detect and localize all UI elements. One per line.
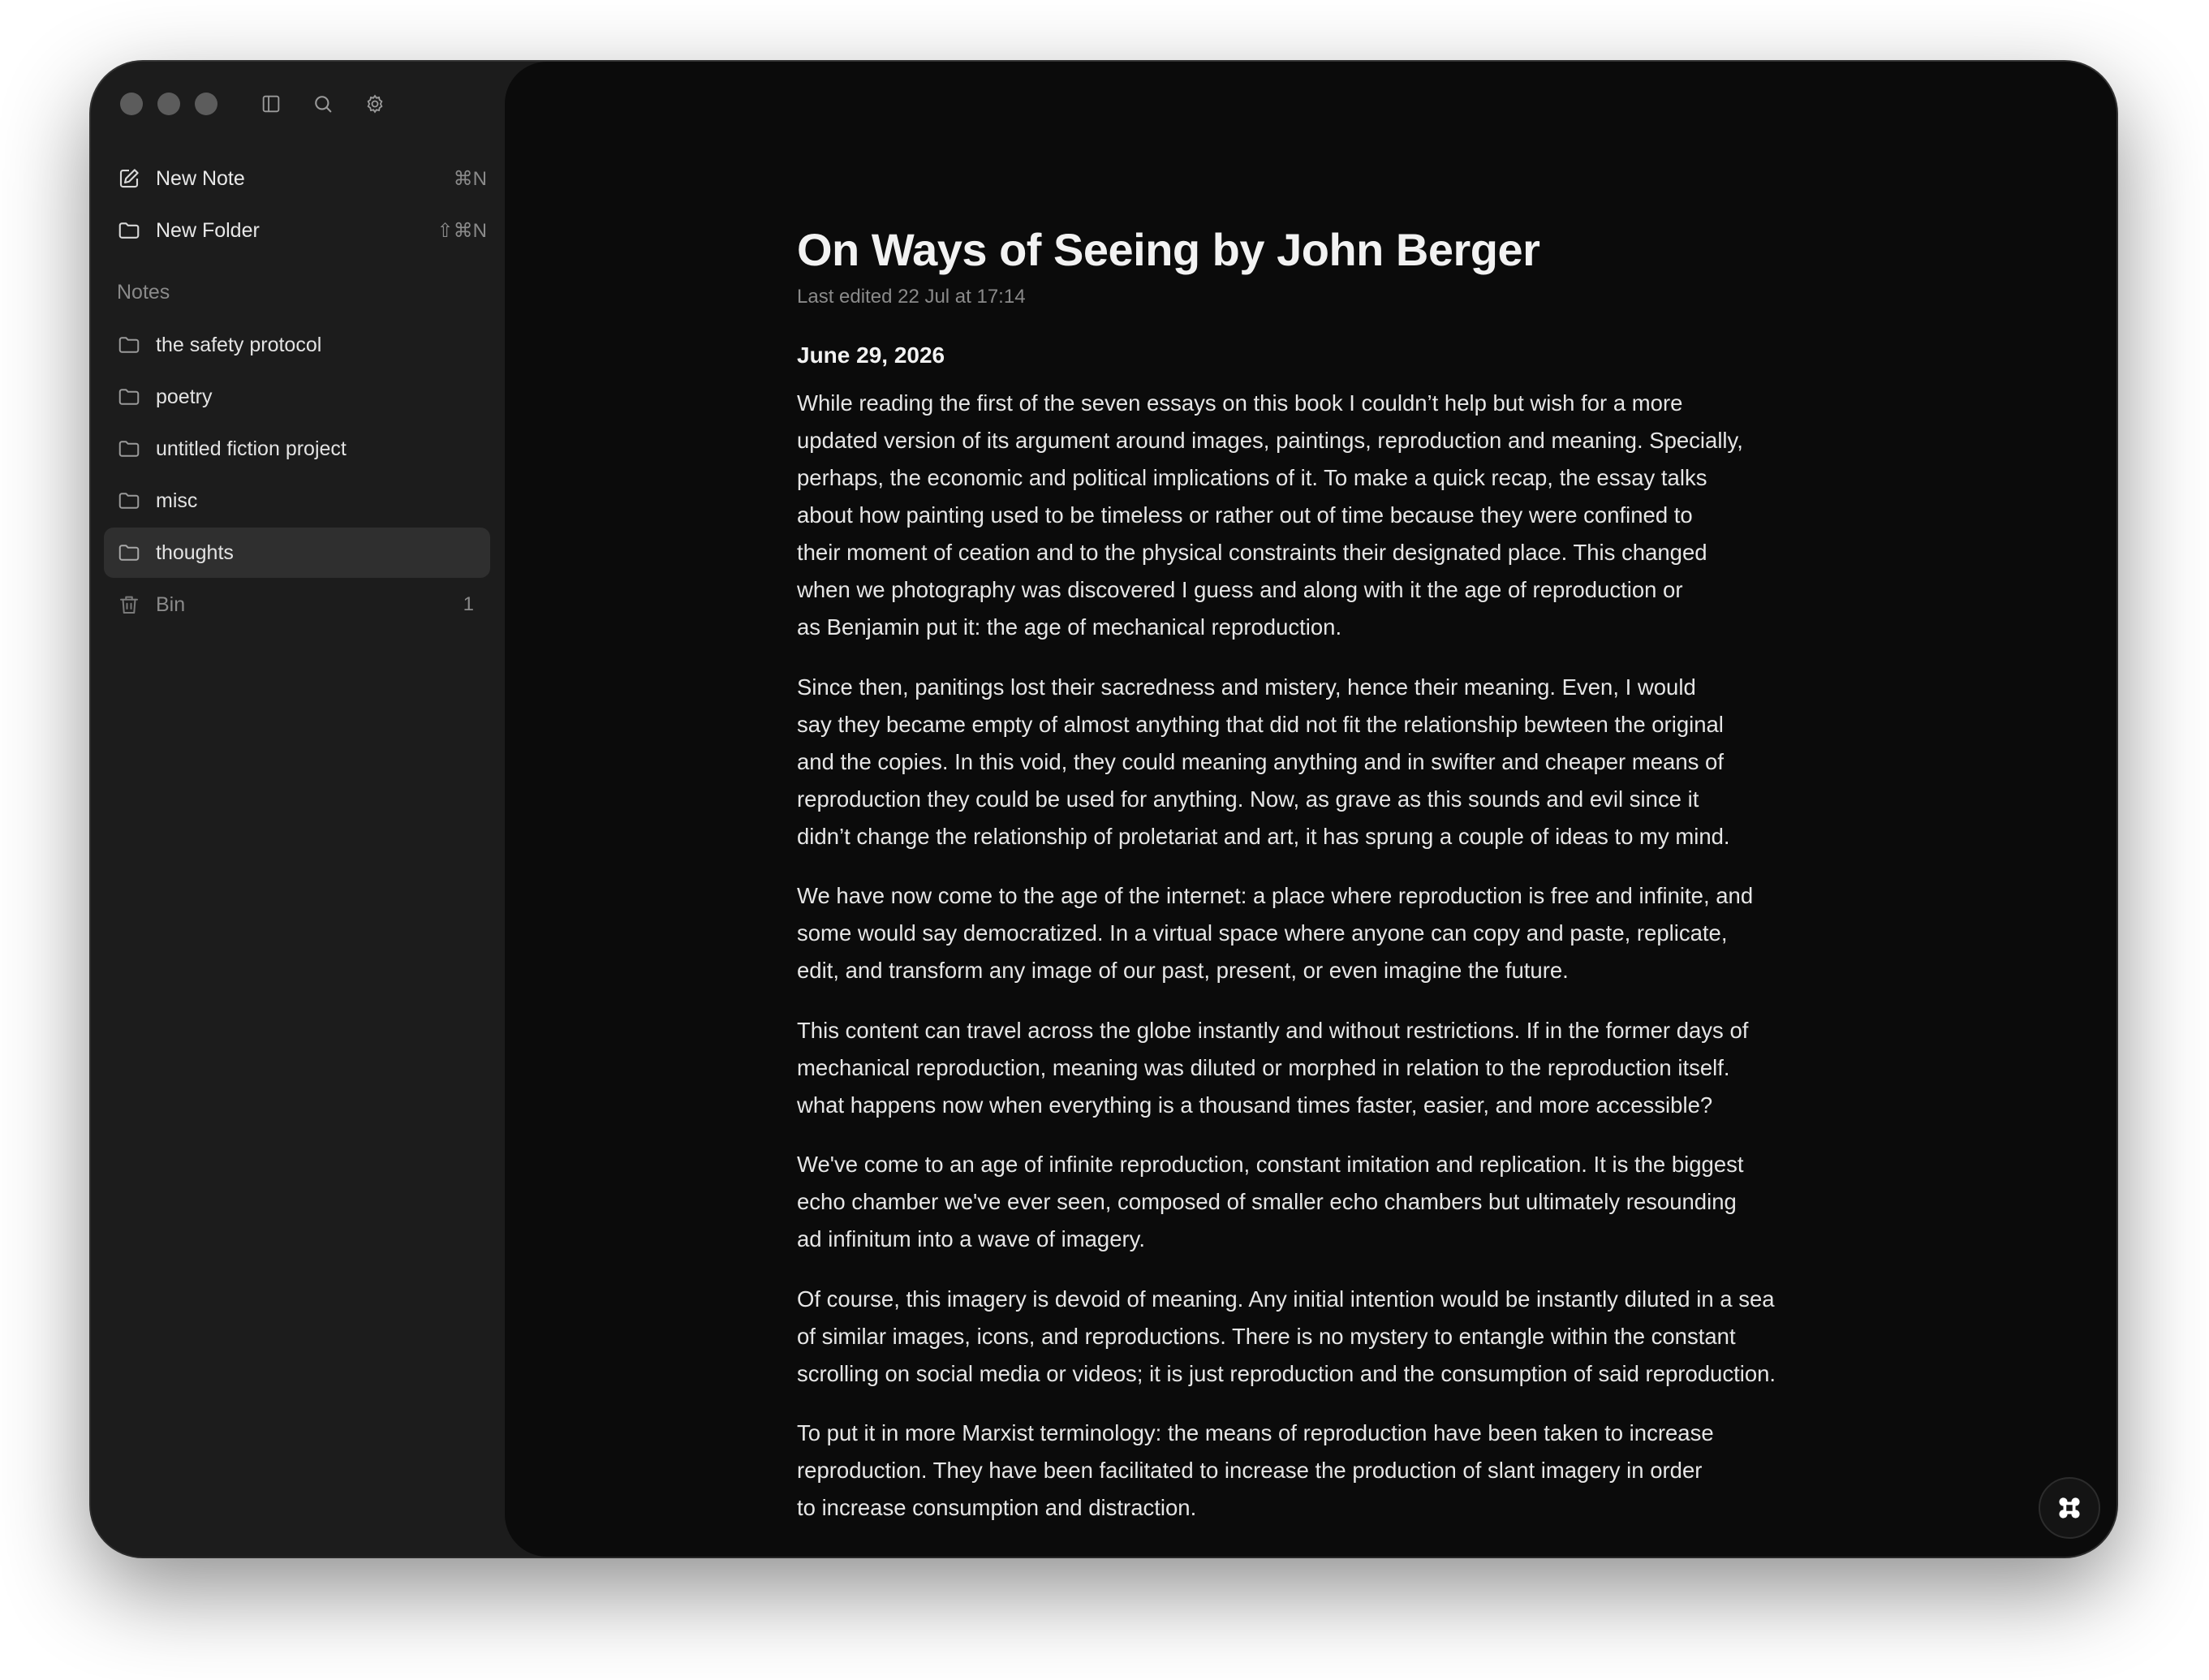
folder-icon	[117, 436, 143, 462]
folder-item[interactable]: poetry	[104, 372, 490, 422]
note-paragraph[interactable]: We've come to an age of infinite reprodu…	[797, 1146, 1884, 1258]
folder-icon	[117, 540, 143, 566]
sidebar: New Note ⌘N New Folder ⇧⌘N Notes the saf…	[91, 62, 505, 1557]
note-paragraph[interactable]: Of course, this imagery is devoid of mea…	[797, 1281, 1884, 1393]
note-paragraph[interactable]: We distract ourselves from our place in …	[797, 1549, 1884, 1557]
folder-label: untitled fiction project	[156, 437, 347, 460]
new-folder-button[interactable]: New Folder ⇧⌘N	[117, 208, 490, 253]
gear-icon[interactable]	[362, 91, 388, 117]
last-edited-text: Last edited 22 Jul at 17:14	[797, 286, 1026, 308]
folder-item[interactable]: misc	[104, 476, 490, 526]
trash-icon	[117, 592, 143, 618]
folder-label: thoughts	[156, 541, 234, 564]
sidebar-toggle-icon[interactable]	[258, 91, 284, 117]
command-icon	[2059, 1497, 2080, 1518]
command-menu-button[interactable]	[2039, 1477, 2100, 1539]
close-window-button[interactable]	[120, 93, 143, 115]
minimize-window-button[interactable]	[157, 93, 180, 115]
edit-icon	[117, 166, 143, 192]
bin-item[interactable]: Bin 1	[104, 579, 490, 630]
notes-section-label: Notes	[117, 281, 170, 304]
app-window: New Note ⌘N New Folder ⇧⌘N Notes the saf…	[91, 62, 2116, 1557]
folder-item-active[interactable]: thoughts	[104, 528, 490, 578]
bin-count-badge: 1	[463, 593, 474, 615]
folder-label: the safety protocol	[156, 333, 322, 356]
note-paragraph[interactable]: To put it in more Marxist terminology: t…	[797, 1415, 1884, 1527]
folder-icon	[117, 488, 143, 514]
zoom-window-button[interactable]	[195, 93, 217, 115]
folder-icon	[117, 218, 143, 243]
folder-item[interactable]: the safety protocol	[104, 320, 490, 370]
folder-icon	[117, 384, 143, 410]
note-paragraph[interactable]: This content can travel across the globe…	[797, 1012, 1884, 1124]
folder-item[interactable]: untitled fiction project	[104, 424, 490, 474]
new-note-shortcut: ⌘N	[453, 167, 487, 190]
note-paragraph[interactable]: While reading the first of the seven ess…	[797, 385, 1884, 646]
note-paragraph[interactable]: Since then, panitings lost their sacredn…	[797, 669, 1884, 855]
note-date-heading[interactable]: June 29, 2026	[797, 339, 1884, 372]
note-title[interactable]: On Ways of Seeing by John Berger	[797, 221, 1884, 279]
note-paragraph[interactable]: We have now come to the age of the inter…	[797, 877, 1884, 989]
new-note-button[interactable]: New Note ⌘N	[117, 156, 490, 201]
note-document[interactable]: On Ways of Seeing by John Berger Last ed…	[797, 221, 1884, 1557]
folder-label: poetry	[156, 385, 213, 408]
window-controls	[120, 93, 217, 115]
new-note-label: New Note	[156, 166, 245, 190]
new-folder-label: New Folder	[156, 218, 260, 242]
folder-label: misc	[156, 489, 198, 512]
bin-label: Bin	[156, 592, 186, 616]
search-icon[interactable]	[310, 91, 336, 117]
folder-icon	[117, 332, 143, 358]
new-folder-shortcut: ⇧⌘N	[437, 219, 487, 242]
note-editor[interactable]: On Ways of Seeing by John Berger Last ed…	[505, 62, 2116, 1557]
